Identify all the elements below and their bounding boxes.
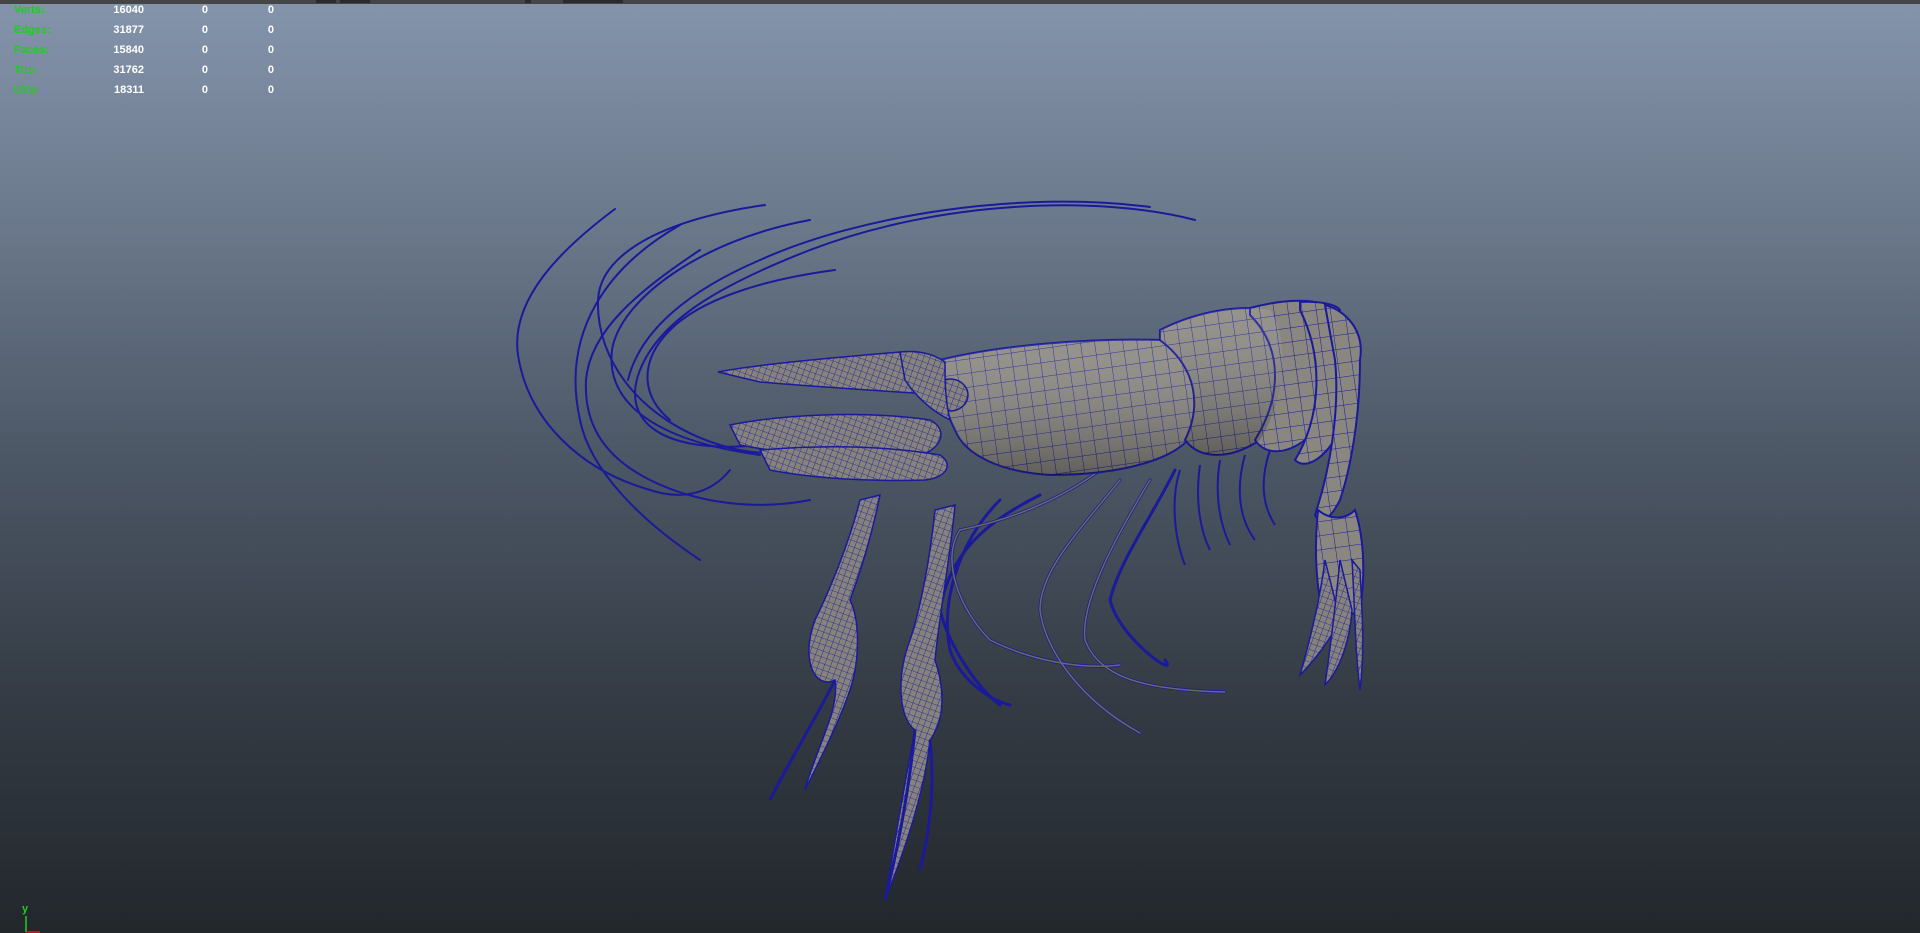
walking-legs: [938, 468, 1227, 735]
mouthparts: [728, 413, 948, 482]
viewport-3d[interactable]: Verts: 16040 0 0 Edges: 31877 0 0 Faces:…: [0, 0, 1920, 933]
swimmerets: [1173, 449, 1276, 566]
left-claw: [768, 493, 881, 801]
right-claw: [883, 504, 956, 901]
axis-label-y: y: [22, 903, 29, 915]
axis-indicator: y: [16, 903, 46, 933]
shrimp-mesh-icon[interactable]: [0, 0, 1920, 933]
